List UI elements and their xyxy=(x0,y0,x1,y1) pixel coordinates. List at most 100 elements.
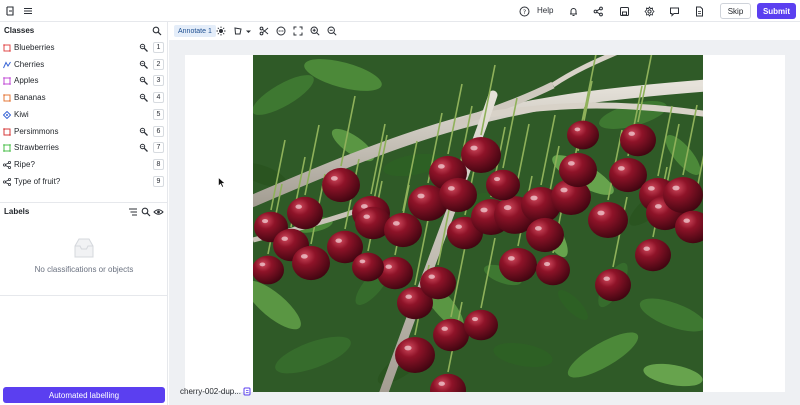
scissors-icon[interactable] xyxy=(258,25,270,37)
cherry-highlight xyxy=(574,127,581,132)
document-icon[interactable] xyxy=(692,4,706,18)
fit-screen-icon[interactable] xyxy=(292,25,304,37)
cherry-highlight xyxy=(597,210,605,216)
cherry-highlight xyxy=(471,317,479,322)
auto-segment-icon[interactable] xyxy=(139,76,148,86)
class-item-ripe[interactable]: Ripe? 8 xyxy=(0,157,168,173)
zoom-in-icon[interactable] xyxy=(309,25,321,37)
cherry-highlight xyxy=(617,166,625,171)
search-labels-icon[interactable] xyxy=(141,207,151,217)
canvas-toolbar: Annotate 1 xyxy=(169,22,800,40)
class-item-blueberries[interactable]: Blueberries 1 xyxy=(0,40,168,56)
cherry-highlight xyxy=(447,186,455,191)
chat-icon[interactable] xyxy=(667,4,681,18)
cherry-highlight xyxy=(295,204,302,209)
top-bar: ? Help Skip Submit xyxy=(0,0,800,22)
chevron-down-icon[interactable] xyxy=(244,25,252,37)
panel-divider xyxy=(0,202,168,203)
class-label: Cherries xyxy=(14,59,45,69)
auto-segment-icon[interactable] xyxy=(139,127,148,136)
cherry-highlight xyxy=(503,205,512,211)
class-item-apples[interactable]: Apples 3 xyxy=(0,73,168,89)
polygon-icon xyxy=(3,144,11,153)
cherry xyxy=(559,152,597,188)
class-label: Ripe? xyxy=(14,159,35,169)
comment-icon[interactable] xyxy=(275,25,287,37)
cherry-highlight xyxy=(534,226,542,231)
keypoint-icon xyxy=(2,110,12,120)
empty-state-text: No classifications or objects xyxy=(34,265,134,274)
class-item-kiwi[interactable]: Kiwi 5 xyxy=(0,107,168,123)
bounding-box-icon xyxy=(3,127,11,136)
cherry-highlight xyxy=(567,161,575,166)
automated-labelling-button[interactable]: Automated labelling xyxy=(3,387,165,403)
cherry-highlight xyxy=(470,145,478,151)
cherry-highlight xyxy=(335,238,342,243)
help-icon[interactable]: ? xyxy=(517,4,531,18)
submit-button[interactable]: Submit xyxy=(757,3,796,19)
cherry-highlight xyxy=(359,259,366,264)
class-item-persimmons[interactable]: Persimmons 6 xyxy=(0,124,168,140)
svg-text:?: ? xyxy=(522,8,525,16)
search-icon[interactable] xyxy=(152,26,162,36)
polygon-icon xyxy=(3,77,11,86)
cherry xyxy=(620,123,656,157)
class-item-bananas[interactable]: Bananas 4 xyxy=(0,90,168,106)
empty-inbox-icon xyxy=(71,236,97,260)
class-label: Kiwi xyxy=(14,109,29,119)
list-filter-icon[interactable] xyxy=(128,207,138,217)
cherry xyxy=(486,169,520,201)
auto-segment-icon[interactable] xyxy=(139,60,148,69)
cherry-highlight xyxy=(493,177,501,182)
file-info-icon[interactable] xyxy=(243,387,252,396)
cherry xyxy=(663,177,703,213)
hotkey-badge: 8 xyxy=(153,158,164,170)
bell-icon[interactable] xyxy=(566,4,580,18)
classes-header: Classes xyxy=(0,23,168,39)
cherry-highlight xyxy=(300,254,308,259)
cherry-highlight xyxy=(455,224,462,229)
brightness-icon[interactable] xyxy=(215,25,227,37)
sidebar-toggle-icon[interactable] xyxy=(3,4,17,18)
zoom-out-icon[interactable] xyxy=(326,25,338,37)
classification-icon xyxy=(2,177,12,186)
cherry-image[interactable] xyxy=(253,55,703,392)
hotkey-badge: 7 xyxy=(153,142,164,154)
cherry-highlight xyxy=(543,262,551,267)
class-label: Persimmons xyxy=(14,126,59,136)
hotkey-badge: 1 xyxy=(153,42,164,53)
class-item-cherries[interactable]: Cherries 2 xyxy=(0,57,168,73)
eye-icon[interactable] xyxy=(153,207,164,217)
cherry-highlight xyxy=(628,131,635,136)
bounding-box-icon xyxy=(3,94,11,102)
file-name: cherry-002-dup... xyxy=(180,387,241,396)
class-item-type-of-fruit[interactable]: Type of fruit? 9 xyxy=(0,174,168,190)
auto-segment-icon[interactable] xyxy=(139,93,148,103)
class-label: Bananas xyxy=(14,93,46,103)
auto-segment-icon[interactable] xyxy=(139,43,148,52)
skip-button[interactable]: Skip xyxy=(720,3,751,19)
cherry xyxy=(395,337,435,373)
hotkey-badge: 4 xyxy=(153,92,164,104)
cherry-highlight xyxy=(437,164,445,169)
settings-icon[interactable] xyxy=(642,4,656,18)
auto-segment-icon[interactable] xyxy=(139,143,148,153)
cherry-highlight xyxy=(530,195,538,201)
cherry xyxy=(635,238,671,272)
labels-title: Labels xyxy=(4,207,30,216)
polygon-tool-icon[interactable] xyxy=(232,25,244,37)
annotate-tab[interactable]: Annotate 1 xyxy=(174,25,216,37)
cherry-highlight xyxy=(643,246,650,251)
cherry-highlight xyxy=(404,345,412,351)
save-icon[interactable] xyxy=(617,4,631,18)
class-item-strawberries[interactable]: Strawberries 7 xyxy=(0,140,168,156)
labels-header: Labels xyxy=(0,204,168,220)
hotkey-badge: 9 xyxy=(153,175,164,187)
empty-state: No classifications or objects xyxy=(0,236,168,296)
cherry-highlight xyxy=(259,262,266,267)
help-label[interactable]: Help xyxy=(537,6,553,15)
share-icon[interactable] xyxy=(591,4,605,18)
cherry-highlight xyxy=(281,236,288,241)
menu-icon[interactable] xyxy=(21,4,35,18)
cherry-highlight xyxy=(330,176,338,181)
